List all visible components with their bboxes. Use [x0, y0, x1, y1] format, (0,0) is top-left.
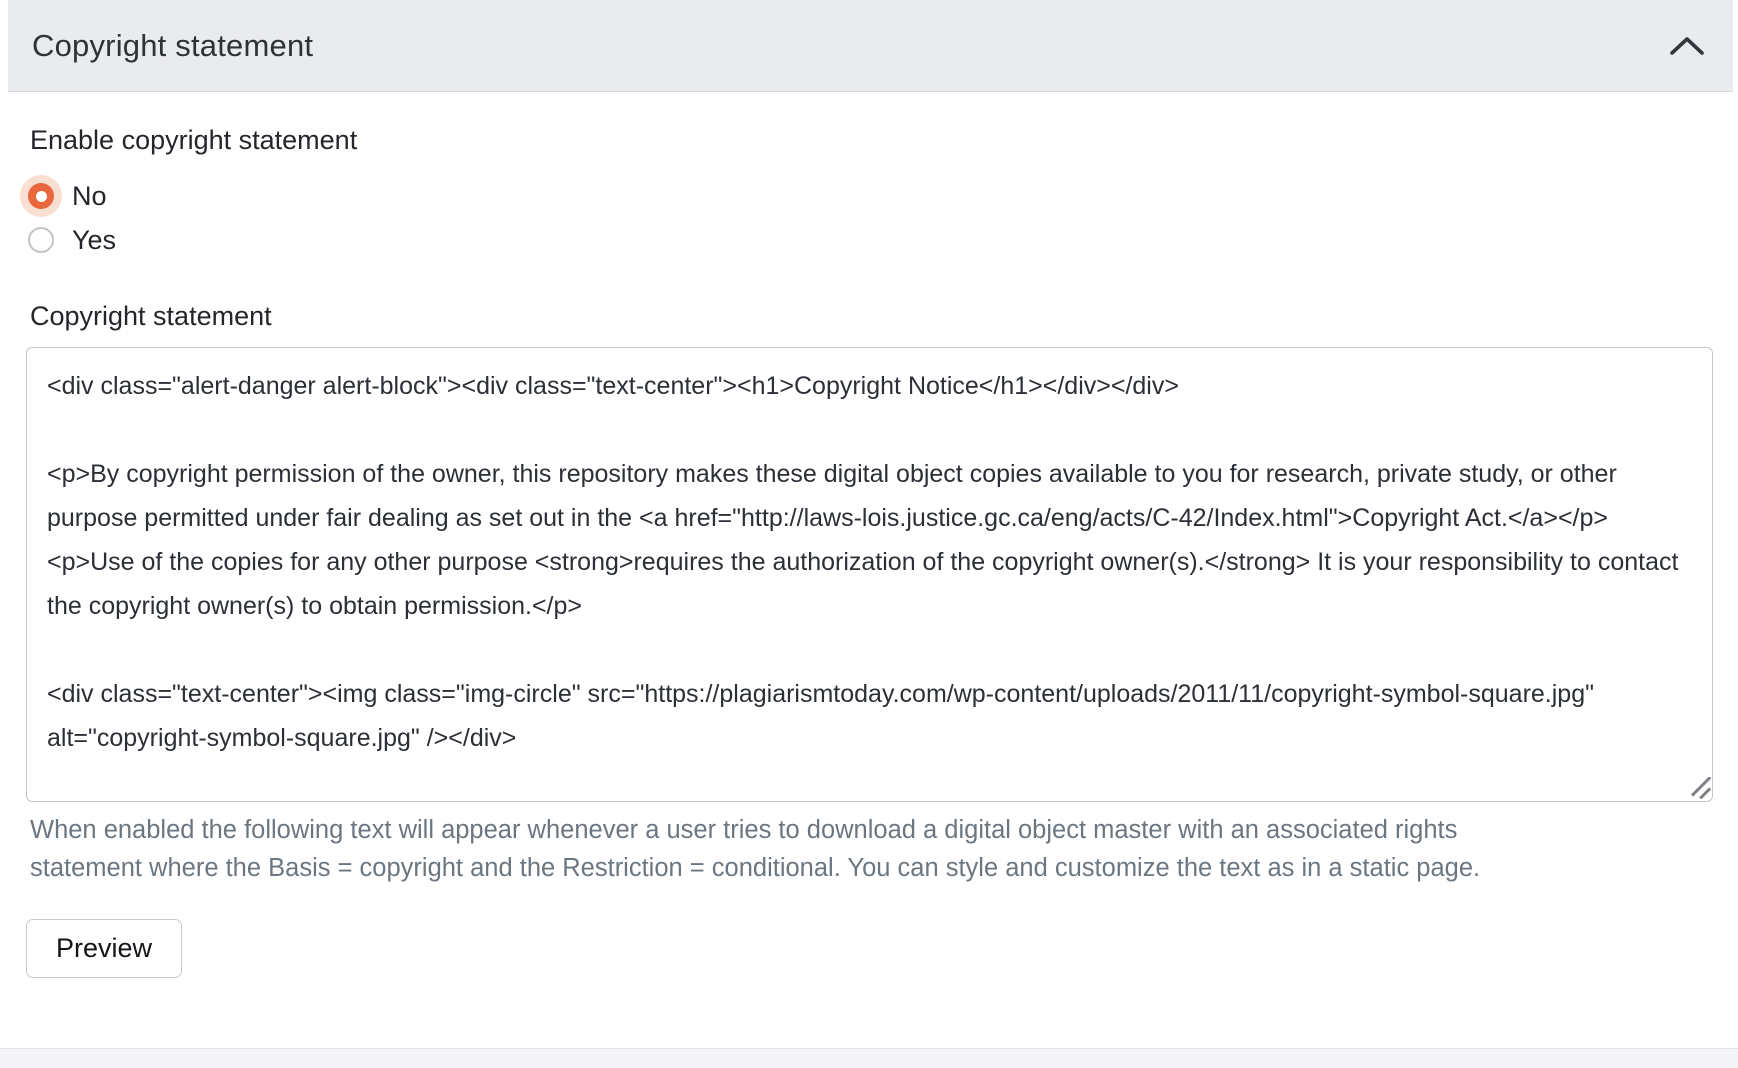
radio-option-no[interactable]: No: [28, 174, 1715, 218]
radio-yes-label: Yes: [72, 225, 116, 256]
enable-copyright-radio-group: No Yes: [26, 174, 1715, 262]
panel-body: Enable copyright statement No Yes Copyri…: [8, 122, 1733, 978]
copyright-statement-input[interactable]: <div class="alert-danger alert-block"><d…: [26, 347, 1713, 802]
panel-title: Copyright statement: [32, 28, 313, 64]
copyright-statement-label: Copyright statement: [30, 298, 1715, 334]
enable-copyright-label: Enable copyright statement: [30, 122, 1715, 158]
chevron-up-icon[interactable]: [1669, 34, 1705, 58]
panel-header-copyright-statement[interactable]: Copyright statement: [8, 0, 1733, 92]
radio-yes-control[interactable]: [28, 227, 54, 253]
textarea-resize-handle[interactable]: [1690, 777, 1712, 799]
preview-button[interactable]: Preview: [26, 919, 182, 978]
copyright-statement-panel: Copyright statement Enable copyright sta…: [8, 0, 1733, 978]
copyright-statement-textarea-wrap: <div class="alert-danger alert-block"><d…: [26, 347, 1715, 802]
radio-option-yes[interactable]: Yes: [28, 218, 1715, 262]
copyright-statement-help-text: When enabled the following text will app…: [30, 811, 1510, 887]
radio-no-control[interactable]: [28, 183, 54, 209]
next-section-edge: [0, 1048, 1738, 1068]
radio-no-label: No: [72, 181, 107, 212]
settings-page: Copyright statement Enable copyright sta…: [0, 0, 1738, 1068]
